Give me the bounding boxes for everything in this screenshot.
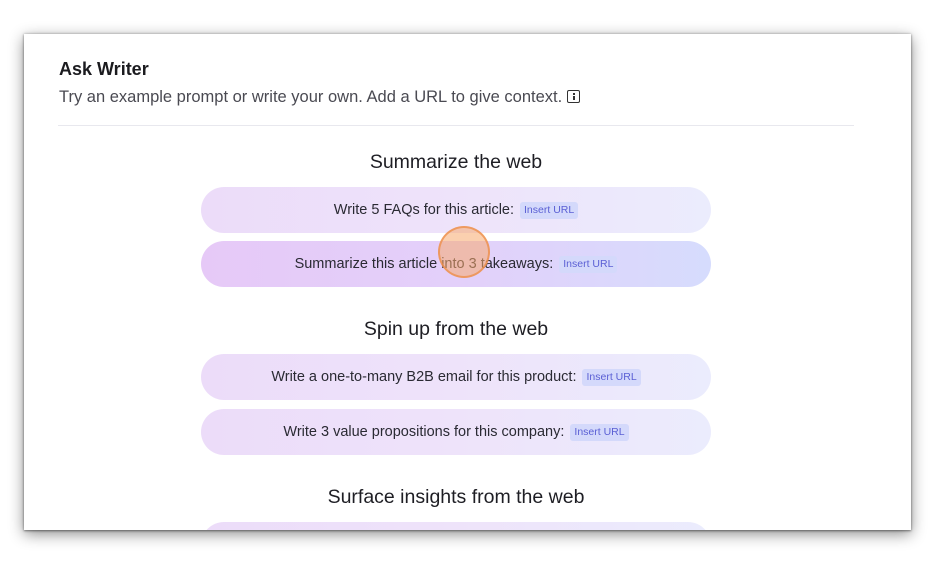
info-icon[interactable] (567, 90, 581, 103)
click-highlight (438, 226, 490, 278)
panel-title: Ask Writer (59, 59, 149, 79)
subtitle-text: Try an example prompt or write your own.… (59, 88, 563, 106)
prompt-partial[interactable] (201, 522, 711, 530)
prompt-label: Write a one-to-many B2B email for this p… (271, 369, 577, 385)
section-heading-spin-up: Spin up from the web (363, 318, 549, 340)
prompt-b2b-email[interactable]: Write a one-to-many B2B email for this p… (201, 354, 711, 400)
section-heading-surface-insights: Surface insights from the web (327, 486, 585, 508)
header-divider (58, 125, 854, 126)
prompt-value-propositions[interactable]: Write 3 value propositions for this comp… (201, 409, 711, 455)
panel-subtitle: Try an example prompt or write your own.… (59, 88, 581, 107)
section-heading-summarize: Summarize the web (369, 151, 543, 173)
ask-writer-panel: Ask Writer Try an example prompt or writ… (24, 34, 911, 530)
insert-url-tag[interactable]: Insert URL (582, 368, 641, 386)
insert-url-tag[interactable]: Insert URL (520, 201, 579, 219)
prompt-label: Write 5 FAQs for this article: (333, 202, 515, 218)
insert-url-tag[interactable]: Insert URL (570, 423, 629, 441)
prompt-label: Write 3 value propositions for this comp… (283, 424, 565, 440)
screenshot-stage: Ask Writer Try an example prompt or writ… (0, 0, 936, 566)
prompt-label: Summarize this article into 3 takeaways: (294, 256, 554, 272)
insert-url-tag[interactable]: Insert URL (559, 255, 618, 273)
